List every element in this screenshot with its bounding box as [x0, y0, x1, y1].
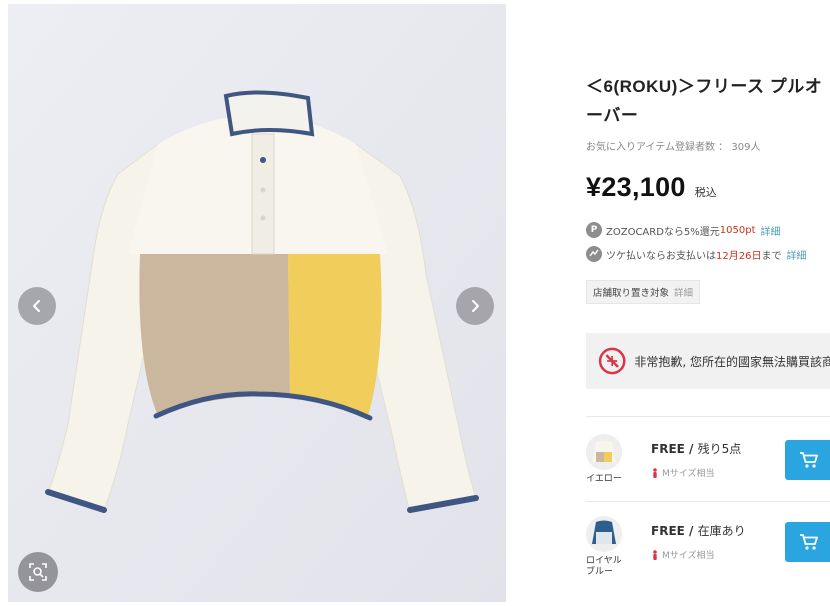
store-pickup-tag: 店舗取り置き対象 詳細: [586, 280, 701, 304]
next-image-button[interactable]: [456, 287, 494, 325]
zozocard-points: 1050pt: [719, 224, 756, 236]
yellow-fleece-thumbnail: [586, 434, 622, 470]
tsukebarai-perk: ツケ払いならお支払いは 12月26日 まで 詳細: [586, 245, 806, 263]
variant-size-note: Mサイズ相当: [651, 548, 715, 561]
product-image: [8, 4, 506, 602]
tax-label: 税込: [694, 186, 717, 199]
person-icon: [653, 549, 657, 560]
divider: [586, 416, 830, 417]
cart-icon: [800, 452, 818, 468]
favorites-label: お気に入りアイテム登録者数 ：: [586, 142, 729, 153]
variant-separator: /: [684, 524, 698, 538]
variant-row: イエロー FREE / 残り5点 Mサイズ相当: [586, 430, 830, 500]
tsukebarai-suffix: まで: [761, 250, 782, 262]
restriction-text: 非常抱歉, 您所在的國家無法購買該商品: [634, 354, 830, 369]
variant-size-note: Mサイズ相当: [651, 466, 715, 479]
add-to-cart-button[interactable]: [785, 440, 830, 480]
divider: [586, 501, 830, 502]
tsukebarai-icon: [586, 246, 602, 262]
favorites-number: 309人: [731, 142, 761, 153]
variant-color-name: イエロー: [586, 474, 622, 484]
product-gallery: [8, 4, 506, 602]
tsukebarai-text: ツケ払いならお支払いは: [606, 250, 716, 262]
points-icon: P: [586, 222, 602, 238]
product-title: ＜6(ROKU)＞フリース プルオーバー: [586, 77, 823, 125]
size-note-text: Mサイズ相当: [662, 469, 715, 479]
zozocard-text: ZOZOCARDなら5%還元: [606, 226, 720, 238]
variant-color-name: ロイヤルブルー: [586, 556, 622, 577]
add-to-cart-button[interactable]: [785, 522, 830, 562]
tsukebarai-detail-link[interactable]: 詳細: [786, 247, 806, 262]
price-row: ¥23,100 税込: [586, 172, 717, 203]
store-pickup-detail-link[interactable]: 詳細: [674, 285, 693, 299]
tsukebarai-date: 12月26日: [716, 250, 762, 262]
variant-swatch[interactable]: [586, 434, 622, 470]
size-note-text: Mサイズ相当: [662, 551, 715, 561]
previous-image-button[interactable]: [18, 287, 56, 325]
image-search-button[interactable]: [18, 552, 58, 592]
zozocard-detail-link[interactable]: 詳細: [761, 223, 781, 238]
no-purchase-icon: [598, 347, 626, 375]
product-price: ¥23,100: [586, 172, 686, 202]
royal-blue-fleece-thumbnail: [586, 516, 622, 552]
image-search-icon: [29, 563, 47, 581]
variant-stock: 在庫あり: [697, 524, 746, 538]
variant-stock: 残り5点: [697, 442, 742, 456]
favorites-count: お気に入りアイテム登録者数 ： 309人: [586, 138, 760, 153]
product-details: ＜6(ROKU)＞フリース プルオーバー お気に入りアイテム登録者数 ： 309…: [586, 0, 830, 606]
variant-size: FREE: [651, 442, 685, 456]
purchase-restriction-notice: 非常抱歉, 您所在的國家無法購買該商品: [586, 333, 830, 389]
variant-separator: /: [684, 442, 698, 456]
store-pickup-label: 店舗取り置き対象: [593, 288, 670, 299]
zozocard-perk: P ZOZOCARDなら5%還元 1050pt 詳細: [586, 221, 781, 239]
chevron-right-icon: [472, 300, 479, 312]
variant-price: FREE / 残り5点: [651, 440, 741, 457]
variant-row: ロイヤルブルー FREE / 在庫あり Mサイズ相当: [586, 512, 830, 582]
variant-size: FREE: [651, 524, 685, 538]
chevron-left-icon: [33, 300, 40, 312]
variant-price: FREE / 在庫あり: [651, 522, 746, 539]
cart-icon: [800, 534, 818, 550]
variant-swatch[interactable]: [586, 516, 622, 552]
person-icon: [653, 467, 657, 478]
